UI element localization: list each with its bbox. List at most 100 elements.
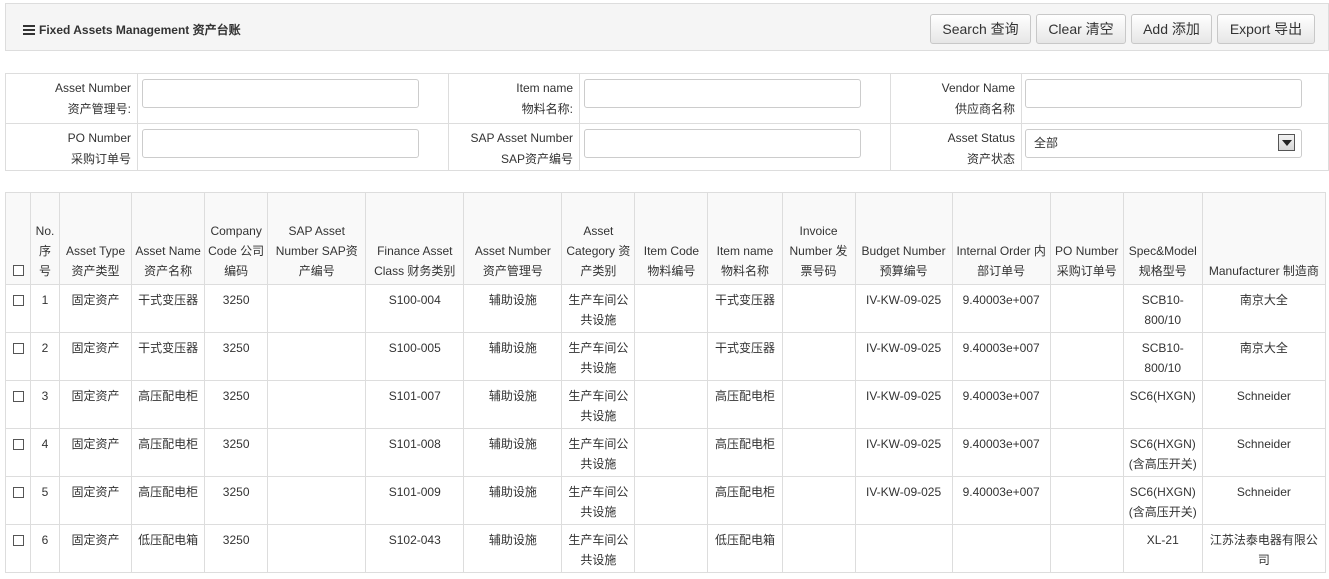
table-cell: 固定资产 xyxy=(59,284,133,333)
table-cell xyxy=(781,380,856,429)
asset-status-value: 全部 xyxy=(1034,136,1059,150)
row-checkbox[interactable] xyxy=(12,439,24,451)
column-header: Asset Category 资产类别 xyxy=(561,192,636,285)
table-cell: 5 xyxy=(30,476,61,525)
table-cell: 干式变压器 xyxy=(131,284,206,333)
row-select-cell xyxy=(5,332,32,381)
column-header: Finance Asset Class 财务类别 xyxy=(365,192,465,285)
table-cell: 高压配电柜 xyxy=(707,428,783,477)
row-checkbox[interactable] xyxy=(12,295,24,307)
asset-number-input[interactable] xyxy=(142,79,419,108)
table-cell: 干式变压器 xyxy=(131,332,206,381)
table-cell xyxy=(1049,524,1124,573)
table-cell xyxy=(781,524,856,573)
table-cell xyxy=(634,284,709,333)
table-cell: 低压配电箱 xyxy=(131,524,206,573)
table-cell: 2 xyxy=(30,332,61,381)
table-cell: 3 xyxy=(30,380,61,429)
table-cell: 固定资产 xyxy=(59,524,133,573)
table-cell: IV-KW-09-025 xyxy=(854,476,953,525)
table-cell: 9.40003e+007 xyxy=(951,332,1051,381)
table-row[interactable]: 3 固定资产 高压配电柜 3250 S101-007 辅助设施 生产车间公共设施 高压配电柜 I… xyxy=(5,380,1327,429)
table-cell: 3250 xyxy=(204,284,269,333)
table-cell: 高压配电柜 xyxy=(707,476,783,525)
table-cell xyxy=(854,524,953,573)
column-header: No. 序 号 xyxy=(30,192,61,285)
sap-asset-number-input[interactable] xyxy=(584,129,861,158)
table-cell: IV-KW-09-025 xyxy=(854,332,953,381)
table-cell: Schneider xyxy=(1201,380,1327,429)
row-select-cell xyxy=(5,524,32,573)
table-cell xyxy=(634,380,709,429)
row-select-cell xyxy=(5,380,32,429)
table-cell: 3250 xyxy=(204,428,269,477)
asset-number-label: Asset Number 资产管理号: xyxy=(54,81,131,116)
table-cell: 3250 xyxy=(204,524,269,573)
table-cell: 南京大全 xyxy=(1201,284,1327,333)
table-cell: 辅助设施 xyxy=(463,332,563,381)
po-number-input[interactable] xyxy=(142,129,419,158)
column-header: Budget Number 预算编号 xyxy=(854,192,953,285)
export-button[interactable]: Export 导出 xyxy=(1217,14,1315,44)
sap-asset-number-label: SAP Asset Number SAP资产编号 xyxy=(470,131,574,166)
column-header: Asset Name 资产名称 xyxy=(131,192,206,285)
table-cell xyxy=(267,428,367,477)
item-name-label: Item name 物料名称: xyxy=(516,81,573,116)
table-cell: S101-008 xyxy=(365,428,465,477)
column-header: Internal Order 内部订单号 xyxy=(951,192,1051,285)
item-name-input[interactable] xyxy=(584,79,861,108)
table-cell xyxy=(1049,476,1124,525)
table-cell: SC6(HXGN)(含高压开关) xyxy=(1122,476,1203,525)
column-header: Item name 物料名称 xyxy=(707,192,783,285)
dropdown-arrow-icon[interactable] xyxy=(1278,134,1295,151)
table-cell xyxy=(781,284,856,333)
asset-status-select[interactable]: 全部 xyxy=(1025,129,1302,158)
table-cell: Schneider xyxy=(1201,428,1327,477)
page-title-text: Fixed Assets Management 资产台账 xyxy=(39,23,241,37)
clear-button[interactable]: Clear 清空 xyxy=(1036,14,1126,44)
table-cell: 9.40003e+007 xyxy=(951,284,1051,333)
table-cell: SCB10-800/10 xyxy=(1122,332,1203,381)
row-checkbox[interactable] xyxy=(12,343,24,355)
table-cell: 高压配电柜 xyxy=(707,380,783,429)
row-select-cell xyxy=(5,284,32,333)
table-cell xyxy=(267,380,367,429)
row-checkbox[interactable] xyxy=(12,535,24,547)
table-cell: XL-21 xyxy=(1122,524,1203,573)
table-cell: 干式变压器 xyxy=(707,284,783,333)
vendor-name-input[interactable] xyxy=(1025,79,1302,108)
row-checkbox[interactable] xyxy=(12,391,24,403)
table-cell: S101-007 xyxy=(365,380,465,429)
table-row[interactable]: 1 固定资产 干式变压器 3250 S100-004 辅助设施 生产车间公共设施 干式变压器 I… xyxy=(5,284,1327,333)
table-cell xyxy=(634,476,709,525)
table-cell xyxy=(781,332,856,381)
column-header: Asset Type 资产类型 xyxy=(59,192,133,285)
table-cell xyxy=(634,332,709,381)
select-all-header xyxy=(5,192,32,285)
table-cell: S100-004 xyxy=(365,284,465,333)
table-cell: 高压配电柜 xyxy=(131,380,206,429)
search-button[interactable]: Search 查询 xyxy=(930,14,1031,44)
table-cell: 9.40003e+007 xyxy=(951,380,1051,429)
row-select-cell xyxy=(5,476,32,525)
table-row[interactable]: 4 固定资产 高压配电柜 3250 S101-008 辅助设施 生产车间公共设施 高压配电柜 I… xyxy=(5,428,1327,477)
table-row[interactable]: 6 固定资产 低压配电箱 3250 S102-043 辅助设施 生产车间公共设施 低压配电箱 X… xyxy=(5,524,1327,573)
table-row[interactable]: 5 固定资产 高压配电柜 3250 S101-009 辅助设施 生产车间公共设施 高压配电柜 I… xyxy=(5,476,1327,525)
list-icon xyxy=(23,24,35,35)
table-cell xyxy=(267,524,367,573)
column-header: Company Code 公司编码 xyxy=(204,192,269,285)
table-cell: 低压配电箱 xyxy=(707,524,783,573)
table-cell xyxy=(781,476,856,525)
column-header: Manufacturer 制造商 xyxy=(1201,192,1327,285)
column-header: Asset Number 资产管理号 xyxy=(463,192,563,285)
column-header: SAP Asset Number SAP资产编号 xyxy=(267,192,367,285)
table-cell xyxy=(267,476,367,525)
add-button[interactable]: Add 添加 xyxy=(1131,14,1212,44)
select-all-checkbox[interactable] xyxy=(12,265,24,277)
table-cell: SC6(HXGN)(含高压开关) xyxy=(1122,428,1203,477)
table-row[interactable]: 2 固定资产 干式变压器 3250 S100-005 辅助设施 生产车间公共设施 干式变压器 I… xyxy=(5,332,1327,381)
table-cell: 生产车间公共设施 xyxy=(561,476,636,525)
table-cell: 辅助设施 xyxy=(463,476,563,525)
row-checkbox[interactable] xyxy=(12,487,24,499)
table-cell: IV-KW-09-025 xyxy=(854,380,953,429)
